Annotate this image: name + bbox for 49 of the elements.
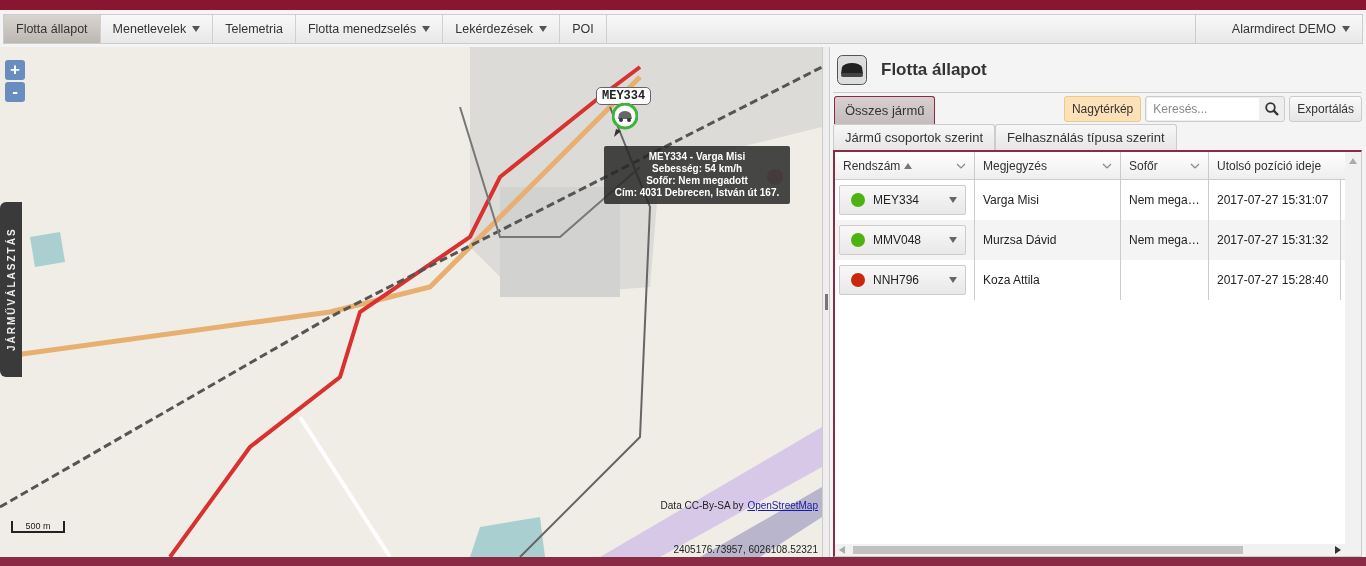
menu-item[interactable]: Telemetria xyxy=(213,15,296,43)
vehicle-dropdown[interactable]: NNH796 xyxy=(839,265,966,295)
horizontal-scrollbar[interactable] xyxy=(835,544,1345,556)
table-cell: Varga Misi xyxy=(983,193,1039,207)
tab[interactable]: Összes jármű xyxy=(834,96,936,124)
table-cell: 2017-07-27 15:28:40 xyxy=(1217,273,1329,287)
table-cell: Nem mega… xyxy=(1129,233,1200,247)
table-cell: Koza Attila xyxy=(983,273,1040,287)
attribution-text: Data CC-By-SA by xyxy=(660,500,744,511)
column-header[interactable]: Rendszám xyxy=(843,158,901,173)
scale-bar: 500 m xyxy=(11,521,65,533)
car-marker-icon[interactable] xyxy=(612,103,638,137)
menu-item[interactable]: Menetlevelek xyxy=(100,15,214,43)
tab[interactable]: Felhasználás típusa szerint xyxy=(995,124,1177,150)
chevron-down-icon[interactable] xyxy=(1190,162,1200,169)
marker-label: MEY334 xyxy=(596,87,652,105)
table-cell: 2017-07-27 15:31:32 xyxy=(1217,233,1329,247)
coordinates-text: 2405176.73957, 6026108.52321 xyxy=(673,544,818,555)
splitter-handle[interactable] xyxy=(822,47,830,557)
menu-item[interactable]: Flotta állapot xyxy=(4,15,101,43)
caret-icon xyxy=(949,277,957,283)
export-button[interactable]: Exportálás xyxy=(1289,96,1362,122)
scroll-right-icon[interactable] xyxy=(1335,546,1341,554)
panel-title: Flotta állapot xyxy=(881,59,987,80)
vehicle-select-tab[interactable]: JÁRMŰVÁLASZTÁS xyxy=(0,202,22,377)
vehicle-tooltip: MEY334 - Varga Misi Sebesség: 54 km/h Sofőr: Nem megadott Cím: 4031 Debrecen, István út 167. xyxy=(604,146,790,204)
vehicle-dropdown[interactable]: MEY334 xyxy=(839,185,966,215)
vertical-scrollbar[interactable] xyxy=(1345,152,1361,556)
caret-icon xyxy=(949,237,957,243)
big-map-button[interactable]: Nagytérkép xyxy=(1063,96,1142,122)
scroll-up-icon[interactable] xyxy=(1349,158,1357,164)
menu-item[interactable]: Flotta menedzselés xyxy=(295,15,444,43)
vehicle-dropdown[interactable]: MMV048 xyxy=(839,225,966,255)
account-menu[interactable]: Alarmdirect DEMO xyxy=(1194,15,1362,43)
table-cell: Murzsa Dávid xyxy=(983,233,1057,247)
table-cell: 2017-07-27 15:31:07 xyxy=(1217,193,1329,207)
table-cell: Nem mega… xyxy=(1129,193,1200,207)
column-header[interactable]: Utolsó pozíció ideje xyxy=(1217,158,1322,173)
tab[interactable]: Jármű csoportok szerint xyxy=(833,124,995,150)
car-icon xyxy=(837,54,867,85)
chevron-down-icon[interactable] xyxy=(956,162,966,169)
column-header[interactable]: Sofőr xyxy=(1129,158,1158,173)
menu-item[interactable]: Lekérdezések xyxy=(443,15,561,43)
menu-item[interactable]: POI xyxy=(560,15,607,43)
caret-icon xyxy=(949,197,957,203)
chevron-down-icon[interactable] xyxy=(1102,162,1112,169)
column-header[interactable]: Megjegyzés xyxy=(983,158,1048,173)
openstreetmap-link[interactable]: OpenStreetMap xyxy=(747,500,818,511)
scroll-left-icon[interactable] xyxy=(839,546,845,554)
